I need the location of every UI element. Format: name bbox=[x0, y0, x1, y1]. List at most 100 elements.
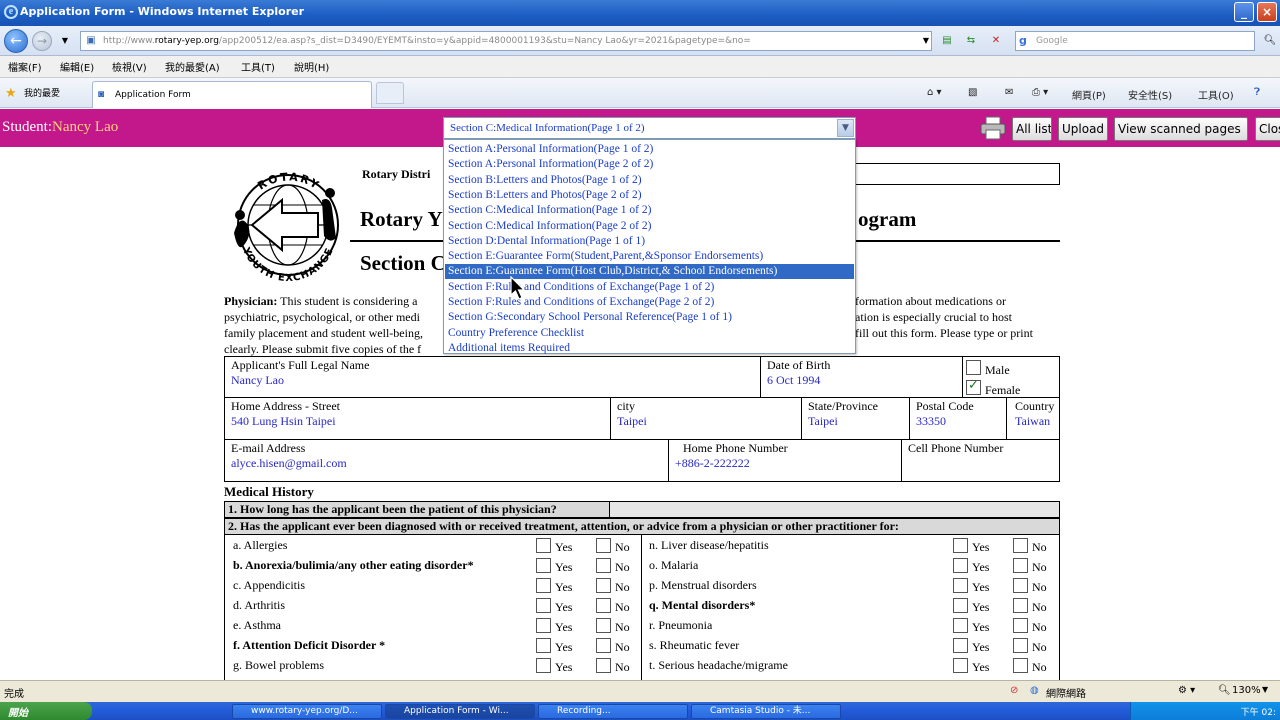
question-1-answer-field[interactable] bbox=[609, 502, 1059, 517]
menu-tools[interactable]: 工具(T) bbox=[241, 59, 275, 74]
home-icon[interactable]: ⌂ ▾ bbox=[927, 87, 942, 98]
safety-menu[interactable]: 安全性(S) bbox=[1128, 87, 1172, 102]
state-cell[interactable]: State/Province Taipei bbox=[801, 397, 910, 440]
home-phone-cell[interactable]: Home Phone Number +886-2-222222 bbox=[668, 439, 902, 482]
condition-no-checkbox[interactable] bbox=[596, 538, 611, 553]
section-option[interactable]: Section E:Guarantee Form(Student,Parent,… bbox=[445, 249, 854, 264]
all-list-button[interactable]: All list bbox=[1012, 117, 1052, 141]
view-scanned-pages-button[interactable]: View scanned pages bbox=[1114, 117, 1248, 141]
city-cell[interactable]: city Taipei bbox=[610, 397, 802, 440]
condition-yes-checkbox[interactable] bbox=[536, 538, 551, 553]
zoom-icon[interactable]: 🔍︎ bbox=[1218, 685, 1231, 696]
condition-no-checkbox[interactable] bbox=[1013, 638, 1028, 653]
zone-settings-icon[interactable]: ⚙ ▾ bbox=[1178, 685, 1195, 696]
condition-yes-checkbox[interactable] bbox=[953, 598, 968, 613]
condition-no-checkbox[interactable] bbox=[1013, 578, 1028, 593]
condition-no-checkbox[interactable] bbox=[1013, 618, 1028, 633]
condition-yes-checkbox[interactable] bbox=[536, 618, 551, 633]
email-cell[interactable]: E-mail Address alyce.hisen@gmail.com bbox=[224, 439, 669, 482]
section-option[interactable]: Section C:Medical Information(Page 1 of … bbox=[445, 203, 854, 218]
printer-icon[interactable] bbox=[979, 115, 1007, 141]
condition-no-checkbox[interactable] bbox=[596, 638, 611, 653]
dob-cell[interactable]: Date of Birth 6 Oct 1994 bbox=[760, 356, 963, 398]
menu-favorites[interactable]: 我的最愛(A) bbox=[165, 59, 220, 74]
new-tab-button[interactable] bbox=[376, 82, 404, 104]
help-icon[interactable]: ❓︎ bbox=[1254, 87, 1260, 98]
condition-no-checkbox[interactable] bbox=[596, 558, 611, 573]
nav-history-dropdown-icon[interactable]: ▼ bbox=[57, 34, 73, 48]
condition-no-checkbox[interactable] bbox=[596, 618, 611, 633]
condition-yes-checkbox[interactable] bbox=[536, 578, 551, 593]
section-option[interactable]: Section G:Secondary School Personal Refe… bbox=[445, 310, 854, 325]
section-option[interactable]: Section C:Medical Information(Page 2 of … bbox=[445, 219, 854, 234]
close-button[interactable]: Close bbox=[1255, 117, 1280, 141]
search-icon[interactable]: 🔍︎ bbox=[1262, 34, 1278, 48]
upload-button[interactable]: Upload bbox=[1058, 117, 1108, 141]
section-option[interactable]: Section B:Letters and Photos(Page 1 of 2… bbox=[445, 173, 854, 188]
forward-icon[interactable]: → bbox=[32, 31, 52, 51]
compat-view-icon[interactable]: ▤ bbox=[939, 34, 955, 48]
menu-edit[interactable]: 編輯(E) bbox=[60, 59, 94, 74]
condition-no-checkbox[interactable] bbox=[596, 658, 611, 673]
section-select[interactable]: Section C:Medical Information(Page 1 of … bbox=[443, 117, 856, 139]
condition-no-checkbox[interactable] bbox=[596, 578, 611, 593]
close-icon[interactable]: × bbox=[1257, 2, 1277, 22]
minimize-icon[interactable]: _ bbox=[1234, 2, 1254, 22]
condition-yes-checkbox[interactable] bbox=[953, 578, 968, 593]
chevron-down-icon[interactable]: ▼ bbox=[837, 119, 854, 137]
favorites-label[interactable]: 我的最愛 bbox=[24, 86, 60, 99]
tab-application-form[interactable]: ◙ Application Form bbox=[92, 81, 372, 108]
condition-no-checkbox[interactable] bbox=[1013, 598, 1028, 613]
zoom-dropdown-icon[interactable]: ▼ bbox=[1262, 685, 1268, 694]
section-option[interactable]: Additional items Required bbox=[445, 341, 854, 356]
section-option[interactable]: Country Preference Checklist bbox=[445, 326, 854, 341]
menu-view[interactable]: 檢視(V) bbox=[112, 59, 147, 74]
feeds-icon[interactable]: ▧ bbox=[968, 87, 977, 98]
country-cell[interactable]: Country Taiwan bbox=[1006, 397, 1060, 440]
task-www-rotary[interactable]: www.rotary-yep.org/D... bbox=[232, 704, 382, 719]
zoom-level[interactable]: 130% bbox=[1232, 685, 1261, 696]
favorites-star-icon[interactable]: ★ bbox=[5, 85, 17, 101]
menu-help[interactable]: 說明(H) bbox=[294, 59, 329, 74]
condition-yes-checkbox[interactable] bbox=[953, 638, 968, 653]
task-application-form[interactable]: Application Form - Wi... bbox=[385, 704, 535, 719]
full-name-cell[interactable]: Applicant's Full Legal Name Nancy Lao bbox=[224, 356, 761, 398]
mail-icon[interactable]: ✉ bbox=[1005, 87, 1013, 98]
print-icon[interactable]: ⎙ ▾ bbox=[1032, 87, 1048, 98]
section-option[interactable]: Section F:Rules and Conditions of Exchan… bbox=[445, 295, 854, 310]
condition-yes-checkbox[interactable] bbox=[953, 538, 968, 553]
condition-no-checkbox[interactable] bbox=[596, 598, 611, 613]
start-button[interactable]: 開始 bbox=[0, 702, 92, 720]
condition-yes-checkbox[interactable] bbox=[536, 638, 551, 653]
district-field[interactable] bbox=[820, 163, 1060, 185]
condition-yes-checkbox[interactable] bbox=[953, 558, 968, 573]
stop-icon[interactable]: ✕ bbox=[988, 34, 1004, 48]
condition-yes-checkbox[interactable] bbox=[953, 658, 968, 673]
condition-no-checkbox[interactable] bbox=[1013, 538, 1028, 553]
back-icon[interactable]: ← bbox=[4, 29, 28, 53]
search-input[interactable]: g Google bbox=[1015, 31, 1255, 51]
section-option[interactable]: Section D:Dental Information(Page 1 of 1… bbox=[445, 234, 854, 249]
tools-command-menu[interactable]: 工具(O) bbox=[1198, 87, 1234, 102]
page-menu[interactable]: 網頁(P) bbox=[1072, 87, 1106, 102]
condition-yes-checkbox[interactable] bbox=[536, 598, 551, 613]
section-option[interactable]: Section A:Personal Information(Page 1 of… bbox=[445, 142, 854, 157]
refresh-icon[interactable]: ⇆ bbox=[963, 34, 979, 48]
condition-no-checkbox[interactable] bbox=[1013, 658, 1028, 673]
section-option[interactable]: Section A:Personal Information(Page 2 of… bbox=[445, 157, 854, 172]
condition-yes-checkbox[interactable] bbox=[536, 558, 551, 573]
condition-yes-checkbox[interactable] bbox=[953, 618, 968, 633]
task-recording[interactable]: Recording... bbox=[538, 704, 688, 719]
section-option[interactable]: Section F:Rules and Conditions of Exchan… bbox=[445, 280, 854, 295]
address-dropdown-icon[interactable]: ▼ bbox=[918, 34, 934, 48]
cell-phone-cell[interactable]: Cell Phone Number bbox=[901, 439, 1060, 482]
condition-no-checkbox[interactable] bbox=[1013, 558, 1028, 573]
section-option[interactable]: Section E:Guarantee Form(Host Club,Distr… bbox=[445, 264, 854, 280]
female-checkbox[interactable] bbox=[966, 378, 981, 395]
menu-file[interactable]: 檔案(F) bbox=[8, 59, 42, 74]
task-camtasia[interactable]: Camtasia Studio - 未... bbox=[691, 704, 841, 719]
street-cell[interactable]: Home Address - Street 540 Lung Hsin Taip… bbox=[224, 397, 611, 440]
condition-yes-checkbox[interactable] bbox=[536, 658, 551, 673]
male-checkbox[interactable] bbox=[966, 360, 981, 375]
address-input[interactable]: ▣ http://www.rotary-yep.org/app200512/ea… bbox=[80, 31, 932, 51]
